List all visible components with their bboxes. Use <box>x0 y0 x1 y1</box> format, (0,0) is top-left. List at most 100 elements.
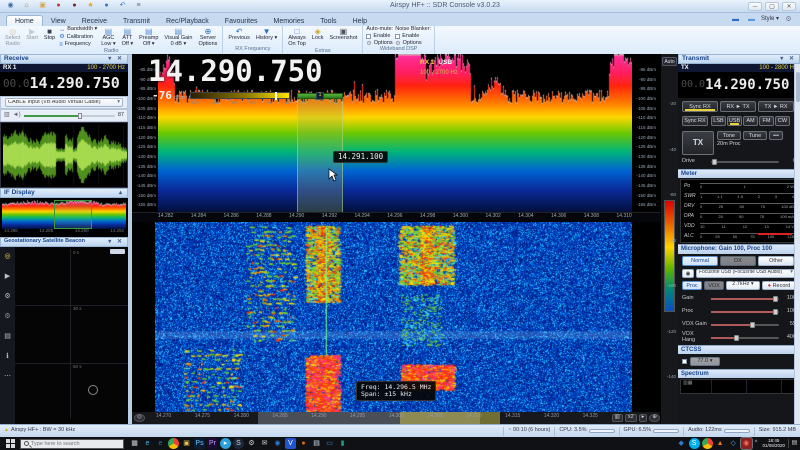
tab-receive[interactable]: Receive <box>74 16 115 26</box>
tab-rec-playback[interactable]: Rec/Playback <box>158 16 217 26</box>
start-button[interactable]: ▶Start <box>24 27 40 43</box>
server-options-button[interactable]: ⊕Server Options <box>196 27 219 49</box>
preamp-button[interactable]: ▤Preamp Off ▾ <box>137 27 160 49</box>
rx-to-tx-button[interactable]: RX ► TX <box>720 101 756 112</box>
more-commands-icon[interactable]: ≡ <box>133 1 144 12</box>
transmit-panel-buttons[interactable]: ▾ ✕ <box>780 56 796 62</box>
waterfall-histogram-button[interactable]: ▥ <box>612 414 623 422</box>
history-button[interactable]: ▼History ▾ <box>254 27 279 43</box>
mode-usb-button[interactable]: USB <box>727 116 742 126</box>
drive-slider[interactable] <box>711 161 779 163</box>
mic-device-select[interactable]: Focusrite USB (Focusrite USB Audio) ▾ <box>696 269 796 278</box>
rx-frequency-display[interactable]: 00.0 14.290.750 <box>0 72 128 96</box>
beacon-mini-button[interactable] <box>110 249 125 254</box>
favourite-icon[interactable]: ★ <box>85 1 96 12</box>
undo-icon[interactable]: ↶ <box>117 1 128 12</box>
stop-button[interactable]: ■Stop <box>42 27 57 43</box>
explorer-icon[interactable]: ▣ <box>181 438 192 449</box>
steam-icon[interactable]: S <box>233 438 244 449</box>
proc-slider[interactable] <box>711 311 779 313</box>
ctcss-tone-select[interactable]: 77.0 ▾ <box>690 357 720 366</box>
mic-normal-button[interactable]: Normal <box>682 256 718 266</box>
beacon-options-icon[interactable]: ⚙ <box>2 311 13 322</box>
meter-section-header[interactable]: Meter <box>678 169 800 178</box>
gain-slider[interactable] <box>711 298 779 300</box>
calibration-button[interactable]: ⚙Calibration <box>59 34 97 40</box>
sync-rx-button[interactable]: Sync RX <box>682 101 718 112</box>
play-icon[interactable]: ● <box>101 1 112 12</box>
tab-favourites[interactable]: Favourites <box>217 16 266 26</box>
minimize-button[interactable]: ─ <box>748 2 762 11</box>
teal-app-icon[interactable]: ▮ <box>337 438 348 449</box>
hp-icon[interactable]: ◉ <box>272 438 283 449</box>
microphone-section-header[interactable]: Microphone: Gain 100, Proc 100 <box>678 244 800 253</box>
tab-home[interactable]: Home <box>6 15 43 26</box>
ctcss-section-header[interactable]: CTCSS <box>678 345 800 354</box>
display-app-icon[interactable]: ▭ <box>324 438 335 449</box>
layout2-icon[interactable]: ▬ <box>746 14 757 25</box>
waterfall-display[interactable]: Freq: 14.296.5 MHz Span: ±15 kHz <box>132 222 660 412</box>
layout-icon[interactable]: ▬ <box>730 14 741 25</box>
beacon-save-icon[interactable]: ▤ <box>2 331 13 342</box>
previous-button[interactable]: ↶Previous <box>226 27 251 43</box>
notification-center-icon[interactable]: ▤ <box>788 439 800 448</box>
start-button[interactable] <box>0 437 20 450</box>
skype-icon[interactable]: S <box>689 438 700 449</box>
proc-toggle[interactable]: Proc <box>682 281 702 290</box>
volume-slider[interactable] <box>24 115 115 117</box>
beacon-settings-icon[interactable]: ⚙ <box>2 291 13 302</box>
tune-button[interactable]: Tune <box>743 131 767 140</box>
select-radio-button[interactable]: ◎Select Radio <box>3 27 22 49</box>
always-on-top-button[interactable]: □Always On Top <box>286 27 308 49</box>
home-icon[interactable]: ⌂ <box>21 1 32 12</box>
frequency-button[interactable]: ≡Frequency <box>59 42 97 48</box>
tab-view[interactable]: View <box>43 16 74 26</box>
waterfall-recenter-button[interactable]: ◎ <box>134 414 145 422</box>
tone-button[interactable]: Tone <box>717 131 741 140</box>
if-display-buttons[interactable]: ▴ <box>119 190 124 196</box>
speaker-icon[interactable]: ◄) <box>13 112 21 118</box>
telegram-icon[interactable]: ▸ <box>220 438 231 449</box>
att-button[interactable]: ▤ATT Off ▾ <box>120 27 136 49</box>
folder-icon[interactable]: ▣ <box>37 1 48 12</box>
chrome-icon[interactable] <box>168 438 179 449</box>
sdr-console-icon[interactable]: ◉ <box>741 438 752 449</box>
mail-icon[interactable]: ✉ <box>259 438 270 449</box>
taskbar-search[interactable] <box>20 439 124 449</box>
vox-hang-slider[interactable] <box>711 337 779 339</box>
maximize-button[interactable]: ▢ <box>765 2 779 11</box>
receive-panel-buttons[interactable]: ▾ ✕ <box>108 56 124 62</box>
microphone-icon[interactable]: ◉ <box>682 269 694 278</box>
ctcss-checkbox[interactable] <box>682 359 687 364</box>
settings-icon[interactable]: ⚙ <box>246 438 257 449</box>
bandwidth-button[interactable]: ↔Bandwidth ▾ <box>59 27 97 33</box>
tab-transmit[interactable]: Transmit <box>115 16 158 26</box>
if-selection-band[interactable] <box>54 200 92 229</box>
v2-icon[interactable]: V <box>285 438 296 449</box>
tx-ptt-button[interactable]: TX <box>682 131 714 155</box>
edge-icon[interactable]: e <box>142 438 153 449</box>
viewer-icon[interactable]: ◇ <box>728 438 739 449</box>
transmit-scrollbar-thumb[interactable] <box>796 72 800 102</box>
tx-spectrum-icons[interactable]: ▥▦ <box>683 381 692 386</box>
defender-icon[interactable]: ◆ <box>676 438 687 449</box>
visual-gain-button[interactable]: ▤Visual Gain 0 dB ▾ <box>162 27 194 49</box>
tab-help[interactable]: Help <box>345 16 375 26</box>
noise-blanker-enable-checkbox[interactable]: Enable <box>395 34 431 40</box>
vox-gain-slider[interactable] <box>711 324 779 326</box>
tx-frequency-display[interactable]: 00.0 14.290.750 <box>678 72 800 98</box>
edge-dev-icon[interactable]: e <box>155 438 166 449</box>
mode-cw-button[interactable]: CW <box>775 116 790 126</box>
record-pause-icon[interactable]: ● <box>69 1 80 12</box>
sync-rx-toggle[interactable]: Sync RX <box>682 116 708 126</box>
tx-more-button[interactable]: ••• <box>769 131 783 140</box>
auto-mute-enable-checkbox[interactable]: Enable <box>366 34 393 40</box>
palette-auto-button[interactable]: Auto <box>662 57 677 66</box>
taskbar-clock[interactable]: 18:45 01/08/2020 <box>762 439 785 448</box>
lock-button[interactable]: ◈Lock <box>310 27 326 43</box>
waterfall-pan-right-button[interactable]: ▸ <box>639 414 648 422</box>
beacon-panel-buttons[interactable]: ▾ ✕ <box>108 239 124 245</box>
tx-bandwidth-select[interactable]: 2.7kHz ▾ <box>726 281 760 290</box>
tx-spectrum-section-header[interactable]: Spectrum <box>678 369 800 378</box>
vox-toggle[interactable]: VOX <box>704 281 724 290</box>
